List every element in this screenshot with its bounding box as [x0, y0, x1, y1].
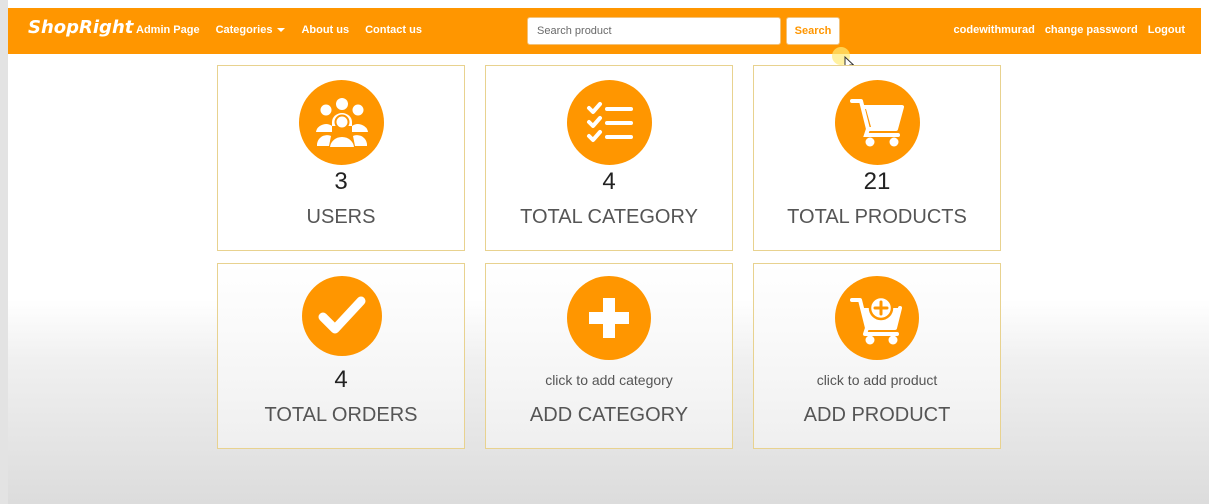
navbar: ShopRight Admin Page Categories About us…: [8, 8, 1201, 54]
add-product-hint: click to add product: [816, 372, 938, 388]
nav-contact-us[interactable]: Contact us: [365, 24, 422, 36]
nav-logout[interactable]: Logout: [1148, 24, 1185, 36]
page: ShopRight Admin Page Categories About us…: [0, 0, 1209, 504]
products-count: 21: [863, 168, 891, 195]
plus-icon-circle: [567, 276, 651, 360]
card-add-category[interactable]: click to add category ADD CATEGORY: [485, 263, 733, 449]
checklist-icon: [586, 101, 633, 142]
card-users[interactable]: 3 USERS: [217, 65, 465, 251]
check-icon-circle: [302, 276, 382, 356]
users-count: 3: [334, 168, 348, 195]
users-label: USERS: [306, 206, 376, 228]
orders-label: TOTAL ORDERS: [264, 404, 418, 426]
add-product-label: ADD PRODUCT: [803, 404, 951, 426]
users-icon: [315, 97, 368, 149]
checklist-icon-circle: [567, 80, 652, 165]
cart-icon-circle: [835, 80, 920, 165]
add-category-hint: click to add category: [545, 372, 673, 388]
nav-change-password[interactable]: change password: [1045, 24, 1138, 36]
nav-links: Admin Page Categories About us Contact u…: [136, 24, 438, 36]
add-category-label: ADD CATEGORY: [529, 404, 689, 426]
cart-plus-icon: [850, 295, 902, 345]
card-total-orders[interactable]: 4 TOTAL ORDERS: [217, 263, 465, 449]
search-input[interactable]: Search product: [527, 17, 781, 45]
category-count: 4: [602, 168, 616, 195]
cart-icon: [849, 98, 904, 146]
cart-plus-icon-circle: [835, 276, 919, 360]
nav-categories-label: Categories: [215, 24, 273, 36]
brand-logo[interactable]: ShopRight: [28, 17, 133, 38]
card-add-product[interactable]: click to add product ADD PRODUCT: [753, 263, 1001, 449]
chevron-down-icon: [277, 28, 286, 33]
card-total-products[interactable]: 21 TOTAL PRODUCTS: [753, 65, 1001, 251]
plus-icon: [589, 298, 629, 338]
products-label: TOTAL PRODUCTS: [787, 206, 967, 228]
check-icon: [318, 296, 366, 334]
nav-about-us[interactable]: About us: [301, 24, 349, 36]
orders-count: 4: [334, 366, 348, 393]
nav-right: codewithmurad change password Logout: [944, 24, 1185, 36]
nav-categories-dropdown[interactable]: Categories: [216, 24, 286, 36]
nav-admin-page[interactable]: Admin Page: [136, 24, 200, 36]
search-button[interactable]: Search: [786, 17, 840, 45]
users-icon-circle: [299, 80, 384, 165]
card-total-category[interactable]: 4 TOTAL CATEGORY: [485, 65, 733, 251]
nav-username[interactable]: codewithmurad: [954, 24, 1035, 36]
left-strip: [0, 0, 8, 504]
category-label: TOTAL CATEGORY: [520, 206, 698, 228]
